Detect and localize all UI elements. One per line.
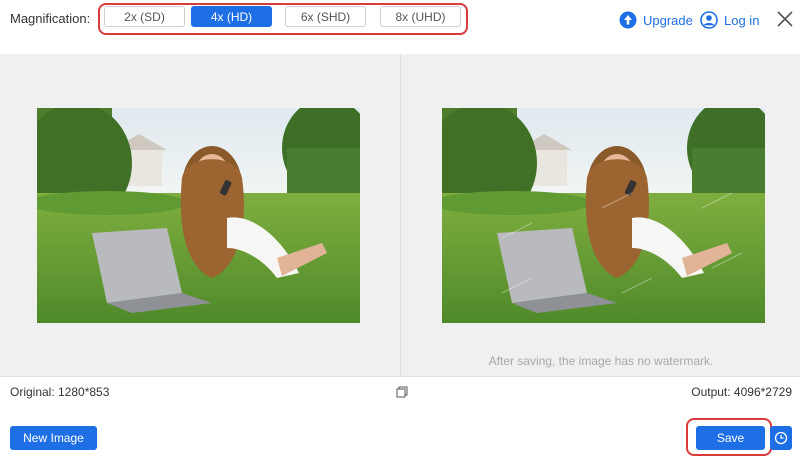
upgrade-label: Upgrade bbox=[643, 12, 693, 28]
save-button[interactable]: Save bbox=[696, 426, 765, 450]
close-icon[interactable] bbox=[776, 10, 794, 28]
output-size-label: Output: 4096*2729 bbox=[691, 385, 792, 399]
compare-icon[interactable] bbox=[396, 386, 408, 398]
bottom-bar: New Image Save bbox=[0, 406, 800, 464]
new-image-button[interactable]: New Image bbox=[10, 426, 97, 450]
magnification-option-2x[interactable]: 2x (SD) bbox=[104, 6, 185, 27]
clock-icon bbox=[774, 431, 788, 445]
magnification-option-6x[interactable]: 6x (SHD) bbox=[285, 6, 366, 27]
magnification-label: Magnification: bbox=[10, 11, 91, 26]
watermark-note: After saving, the image has no watermark… bbox=[488, 354, 714, 368]
preview-area: After saving, the image has no watermark… bbox=[0, 54, 800, 376]
magnification-option-4x[interactable]: 4x (HD) bbox=[191, 6, 272, 27]
top-toolbar: Magnification: 2x (SD) 4x (HD) 6x (SHD) … bbox=[0, 0, 800, 54]
original-image bbox=[37, 108, 360, 323]
user-icon bbox=[700, 11, 718, 29]
login-label: Log in bbox=[724, 12, 760, 28]
preview-divider bbox=[400, 54, 401, 376]
history-button[interactable] bbox=[770, 426, 792, 450]
original-size-label: Original: 1280*853 bbox=[10, 385, 110, 399]
info-bar: Original: 1280*853 Output: 4096*2729 bbox=[0, 376, 800, 406]
magnification-option-8x[interactable]: 8x (UHD) bbox=[380, 6, 461, 27]
output-image bbox=[442, 108, 765, 323]
login-link[interactable]: Log in bbox=[700, 10, 759, 30]
upgrade-icon bbox=[619, 11, 637, 29]
upgrade-link[interactable]: Upgrade bbox=[619, 10, 693, 30]
